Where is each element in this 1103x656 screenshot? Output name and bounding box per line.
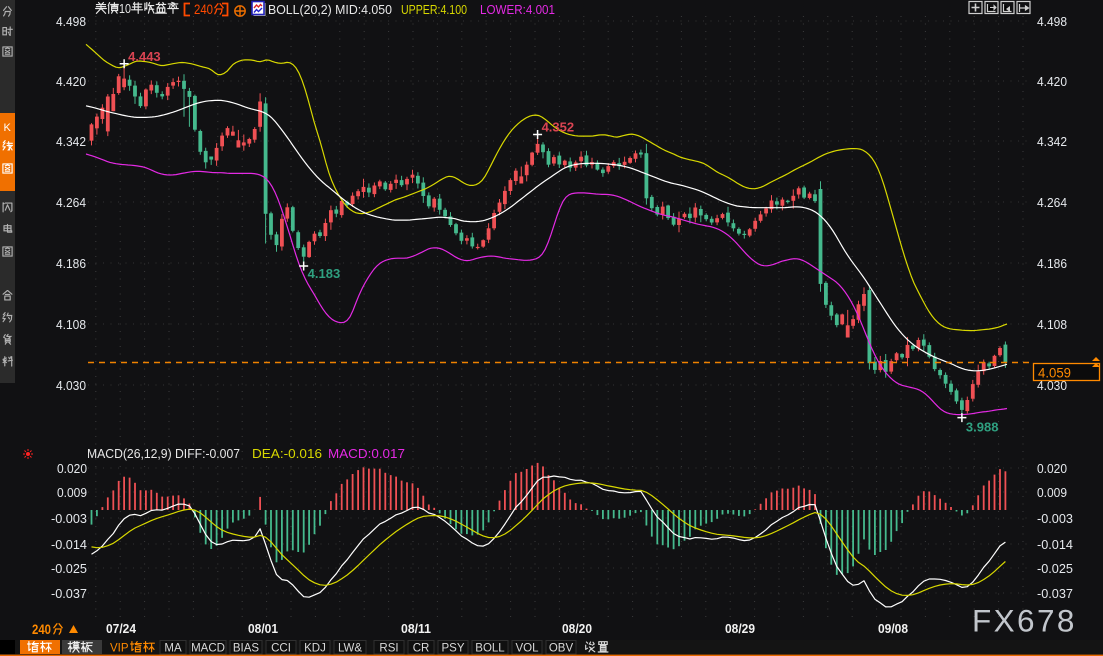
svg-text:-0.025: -0.025: [51, 561, 87, 576]
svg-text:4.498: 4.498: [1037, 14, 1067, 29]
svg-text:4.443: 4.443: [128, 49, 161, 64]
svg-text:-0.003: -0.003: [1037, 511, 1073, 526]
svg-text:4.264: 4.264: [56, 195, 86, 210]
svg-text:FX678: FX678: [972, 603, 1077, 639]
svg-text:UPPER:4.100: UPPER:4.100: [401, 2, 467, 17]
svg-text:VIP: VIP: [110, 643, 129, 655]
svg-text:MACD: MACD: [191, 643, 225, 655]
svg-text:LOWER:4.001: LOWER:4.001: [480, 2, 555, 17]
svg-text:4.030: 4.030: [56, 378, 86, 393]
svg-text:08/29: 08/29: [725, 621, 755, 636]
svg-text:4.342: 4.342: [1037, 134, 1067, 149]
svg-text:10: 10: [119, 1, 131, 16]
svg-text:4.108: 4.108: [1037, 317, 1067, 332]
svg-text:-0.014: -0.014: [51, 537, 87, 552]
svg-text:K: K: [4, 122, 12, 134]
svg-text:BOLL(20,2) MID:4.050: BOLL(20,2) MID:4.050: [268, 2, 392, 17]
svg-text:MA: MA: [164, 643, 182, 655]
svg-text:4.420: 4.420: [1037, 74, 1067, 89]
svg-text:0.009: 0.009: [57, 485, 87, 500]
svg-text:BIAS: BIAS: [233, 643, 260, 655]
svg-text:0.020: 0.020: [1037, 461, 1067, 476]
svg-text:CR: CR: [413, 643, 430, 655]
svg-text:-0.003: -0.003: [51, 511, 87, 526]
svg-text:LW&: LW&: [338, 643, 362, 655]
svg-text:07/24: 07/24: [106, 621, 137, 636]
svg-text:4.342: 4.342: [56, 134, 86, 149]
svg-text:4.186: 4.186: [56, 256, 86, 271]
svg-text:08/01: 08/01: [248, 621, 278, 636]
svg-text:4.352: 4.352: [542, 120, 575, 135]
svg-text:0.009: 0.009: [1037, 485, 1067, 500]
svg-text:MACD(26,12,9) DIFF:-0.007: MACD(26,12,9) DIFF:-0.007: [87, 446, 240, 461]
svg-text:-0.037: -0.037: [1037, 586, 1073, 601]
svg-text:BOLL: BOLL: [475, 643, 505, 655]
svg-text:4.183: 4.183: [308, 266, 341, 281]
svg-text:0.020: 0.020: [57, 461, 87, 476]
svg-text:RSI: RSI: [379, 643, 398, 655]
svg-text:CCI: CCI: [271, 643, 291, 655]
svg-text:4.420: 4.420: [56, 74, 86, 89]
svg-text:4.108: 4.108: [56, 317, 86, 332]
svg-text:KDJ: KDJ: [304, 643, 326, 655]
svg-text:3.988: 3.988: [966, 420, 999, 435]
svg-text:4.059: 4.059: [1038, 366, 1071, 381]
svg-text:-0.025: -0.025: [1037, 561, 1073, 576]
svg-text:VOL: VOL: [515, 643, 539, 655]
svg-text:240: 240: [194, 2, 213, 17]
svg-text:DEA:-0.016: DEA:-0.016: [252, 446, 322, 461]
svg-text:4.264: 4.264: [1037, 195, 1067, 210]
svg-text:4.186: 4.186: [1037, 256, 1067, 271]
svg-text:OBV: OBV: [549, 643, 574, 655]
svg-text:PSY: PSY: [441, 643, 464, 655]
svg-text:240: 240: [32, 622, 51, 637]
svg-text:-0.014: -0.014: [1037, 537, 1073, 552]
svg-text:08/20: 08/20: [562, 621, 592, 636]
svg-text:-0.037: -0.037: [51, 586, 87, 601]
svg-text:09/08: 09/08: [878, 621, 908, 636]
svg-text:08/11: 08/11: [401, 621, 431, 636]
svg-text:MACD:0.017: MACD:0.017: [328, 446, 405, 461]
svg-text:4.498: 4.498: [56, 14, 86, 29]
